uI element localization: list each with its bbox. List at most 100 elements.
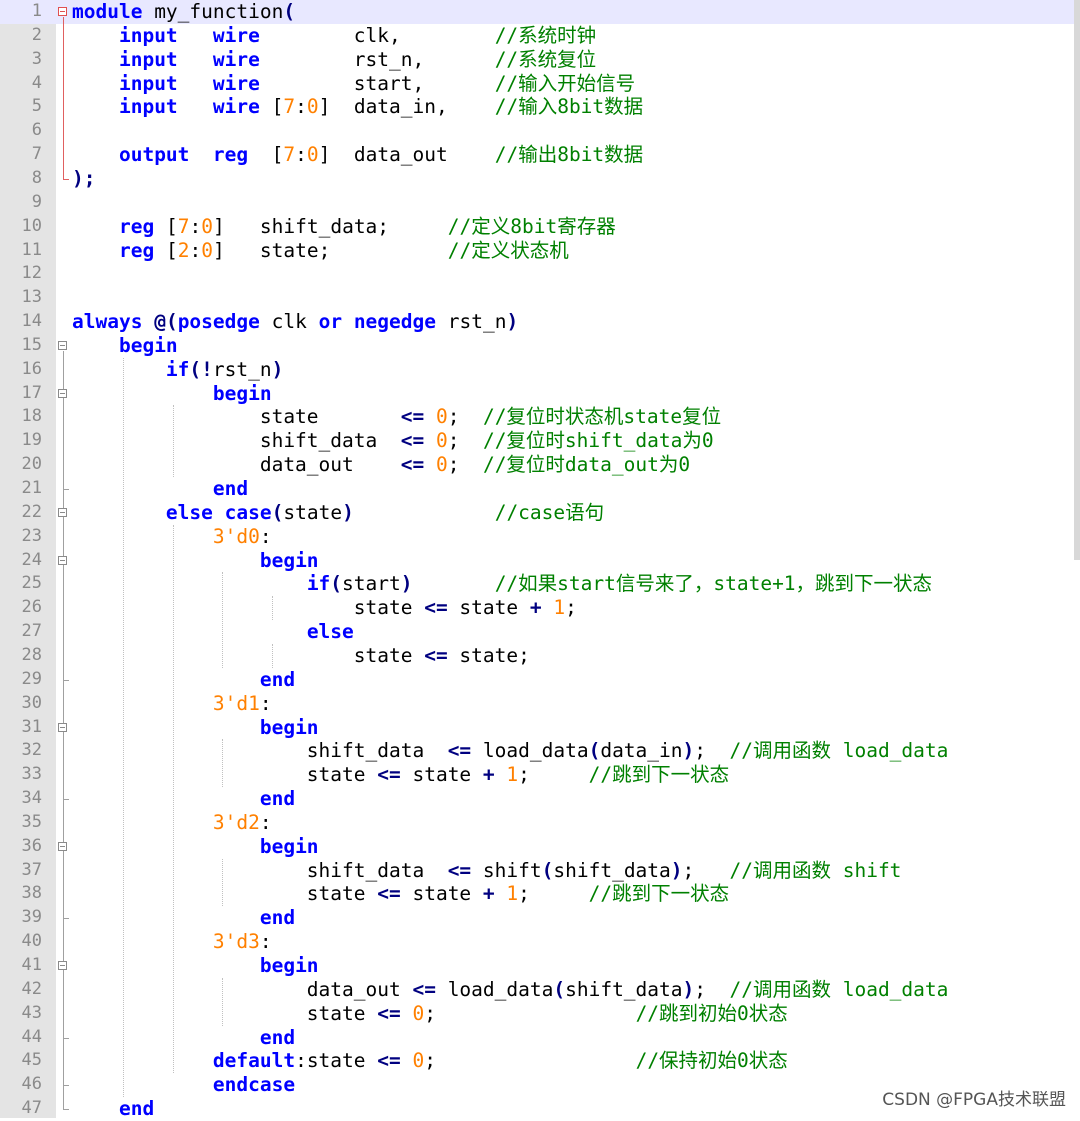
code-text[interactable]: begin [72,954,319,978]
code-text[interactable]: begin [72,334,178,358]
code-line[interactable]: 38 state <= state + 1; //跳到下一状态 [0,882,1080,906]
code-line[interactable]: 17 begin [0,382,1080,406]
code-line[interactable]: 41 begin [0,954,1080,978]
code-text[interactable]: 3'd2: [72,811,272,835]
fold-toggle-icon[interactable] [58,507,67,517]
code-text[interactable]: endcase [72,1073,295,1097]
fold-toggle-icon[interactable] [58,555,67,565]
fold-toggle-icon[interactable] [58,388,67,398]
code-line[interactable]: 25 if(start) //如果start信号来了，state+1，跳到下一状… [0,572,1080,596]
code-text[interactable]: state <= 0; //跳到初始0状态 [72,1002,788,1026]
code-line[interactable]: 8); [0,167,1080,191]
code-text[interactable]: reg [7:0] shift_data; //定义8bit寄存器 [72,215,616,239]
code-text[interactable]: end [72,668,295,692]
code-line[interactable]: 34 end [0,787,1080,811]
code-editor[interactable]: 1 module my_function(2 input wire clk, //… [0,0,1080,1121]
code-text[interactable]: input wire [7:0] data_in, //输入8bit数据 [72,95,643,119]
code-line[interactable]: 40 3'd3: [0,930,1080,954]
code-line[interactable]: 35 3'd2: [0,811,1080,835]
code-text[interactable]: state <= state + 1; [72,596,577,620]
code-line[interactable]: 10 reg [7:0] shift_data; //定义8bit寄存器 [0,215,1080,239]
code-line[interactable]: 42 data_out <= load_data(shift_data); //… [0,978,1080,1002]
code-text[interactable]: input wire start, //输入开始信号 [72,72,635,96]
code-text[interactable]: data_out <= load_data(shift_data); //调用函… [72,978,949,1002]
code-line[interactable]: 36 begin [0,835,1080,859]
code-line[interactable]: 22 else case(state) //case语句 [0,501,1080,525]
code-line[interactable]: 19 shift_data <= 0; //复位时shift_data为0 [0,429,1080,453]
fold-toggle-icon[interactable] [58,961,67,970]
code-text[interactable]: ); [72,167,95,191]
code-line[interactable]: 21 end [0,477,1080,501]
code-text[interactable]: shift_data <= shift(shift_data); //调用函数 … [72,859,902,883]
code-line[interactable]: 6 [0,119,1080,143]
code-text[interactable]: end [72,906,295,930]
code-line[interactable]: 32 shift_data <= load_data(data_in); //调… [0,739,1080,763]
code-text[interactable]: else case(state) //case语句 [72,501,604,525]
code-line[interactable]: 37 shift_data <= shift(shift_data); //调用… [0,859,1080,883]
fold-toggle-icon[interactable] [58,7,67,16]
code-text[interactable]: end [72,787,295,811]
code-line[interactable]: 13 [0,286,1080,310]
code-text[interactable]: if(!rst_n) [72,358,283,382]
code-line[interactable]: 7 output reg [7:0] data_out //输出8bit数据 [0,143,1080,167]
code-line[interactable]: 18 state <= 0; //复位时状态机state复位 [0,405,1080,429]
code-text[interactable]: else [72,620,354,644]
code-text[interactable]: end [72,1026,295,1050]
code-text[interactable]: state <= state + 1; //跳到下一状态 [72,882,729,906]
code-text[interactable]: state <= 0; //复位时状态机state复位 [72,405,721,429]
code-line[interactable]: 30 3'd1: [0,692,1080,716]
fold-toggle-icon[interactable] [58,722,67,732]
code-line[interactable]: 44 end [0,1026,1080,1050]
code-line[interactable]: 16 if(!rst_n) [0,358,1080,382]
code-line[interactable]: 39 end [0,906,1080,930]
code-line[interactable]: 28 state <= state; [0,644,1080,668]
code-line[interactable]: 31 begin [0,716,1080,740]
code-line[interactable]: 43 state <= 0; //跳到初始0状态 [0,1002,1080,1026]
code-text[interactable]: data_out <= 0; //复位时data_out为0 [72,453,690,477]
code-text[interactable]: reg [2:0] state; //定义状态机 [72,239,569,263]
code-line[interactable]: 2 input wire clk, //系统时钟 [0,24,1080,48]
code-text[interactable]: begin [72,716,319,740]
code-text[interactable]: 3'd0: [72,525,272,549]
code-line[interactable]: 12 [0,262,1080,286]
code-text[interactable]: if(start) //如果start信号来了，state+1，跳到下一状态 [72,572,932,596]
code-text[interactable]: state <= state; [72,644,530,668]
code-line[interactable]: 11 reg [2:0] state; //定义状态机 [0,239,1080,263]
code-text[interactable]: input wire rst_n, //系统复位 [72,48,596,72]
code-text[interactable]: begin [72,382,272,406]
code-text[interactable]: output reg [7:0] data_out //输出8bit数据 [72,143,643,167]
code-line[interactable]: 15 begin [0,334,1080,358]
code-line[interactable]: 5 input wire [7:0] data_in, //输入8bit数据 [0,95,1080,119]
code-text[interactable]: begin [72,835,319,859]
code-line[interactable]: 26 state <= state + 1; [0,596,1080,620]
code-text[interactable]: shift_data <= load_data(data_in); //调用函数… [72,739,949,763]
code-text[interactable]: 3'd1: [72,692,272,716]
code-text[interactable]: always @(posedge clk or negedge rst_n) [72,310,518,334]
code-line[interactable]: 23 3'd0: [0,525,1080,549]
fold-toggle-icon[interactable] [58,340,67,350]
code-line[interactable]: 20 data_out <= 0; //复位时data_out为0 [0,453,1080,477]
fold-toggle-icon[interactable] [58,841,67,851]
code-line[interactable]: 4 input wire start, //输入开始信号 [0,72,1080,96]
code-line[interactable]: 45 default:state <= 0; //保持初始0状态 [0,1049,1080,1073]
code-line[interactable]: 14 always @(posedge clk or negedge rst_n) [0,310,1080,334]
code-line[interactable]: 9 [0,191,1080,215]
code-line[interactable]: 27 else [0,620,1080,644]
code-text[interactable]: begin [72,549,319,573]
code-line[interactable]: 29 end [0,668,1080,692]
code-line[interactable]: 33 state <= state + 1; //跳到下一状态 [0,763,1080,787]
code-line[interactable]: 1 module my_function( [0,0,1080,24]
vertical-scrollbar[interactable] [1074,0,1080,560]
code-text[interactable]: end [72,477,248,501]
code-text[interactable]: shift_data <= 0; //复位时shift_data为0 [72,429,714,453]
comment-token: //输入开始信号 [494,71,636,95]
code-text[interactable]: end [72,1097,154,1121]
code-text[interactable]: input wire clk, //系统时钟 [72,24,596,48]
code-text[interactable]: 3'd3: [72,930,272,954]
code-text[interactable]: default:state <= 0; //保持初始0状态 [72,1049,788,1073]
code-line[interactable]: 3 input wire rst_n, //系统复位 [0,48,1080,72]
code-line[interactable]: 24 begin [0,549,1080,573]
code-text[interactable]: state <= state + 1; //跳到下一状态 [72,763,729,787]
code-text[interactable]: module my_function( [72,0,295,24]
